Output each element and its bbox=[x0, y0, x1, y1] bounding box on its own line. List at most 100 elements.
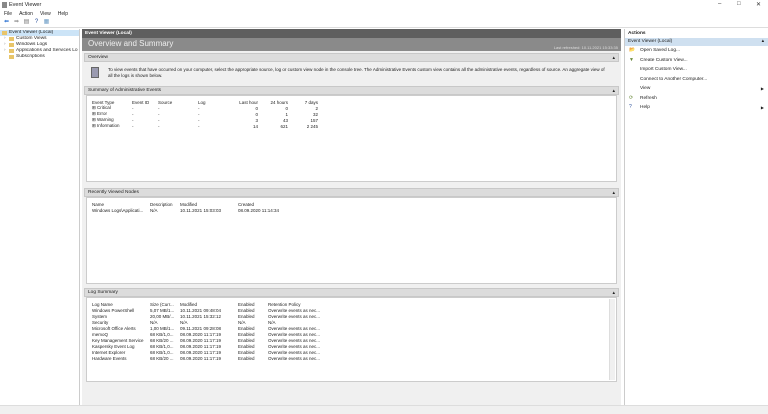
minimize-button[interactable]: – bbox=[718, 1, 721, 7]
cell: Enabled bbox=[236, 355, 266, 361]
maximize-button[interactable]: □ bbox=[737, 1, 741, 7]
cell-text: Overwrite events as nec... bbox=[268, 331, 321, 337]
action-item[interactable]: 📂 Open Saved Log... bbox=[625, 46, 768, 56]
cell-text: Warning bbox=[97, 117, 114, 122]
cell-text: Overwrite events as nec... bbox=[268, 307, 321, 313]
action-item[interactable]: View ▶ bbox=[625, 84, 768, 94]
submenu-arrow-icon: ▶ bbox=[760, 86, 764, 91]
tree-item[interactable]: Subscriptions bbox=[0, 54, 79, 60]
expand-icon[interactable]: › bbox=[4, 48, 6, 54]
table-row[interactable]: Kaspersky Event Log 68 KB/1,0... 08.09.202… bbox=[90, 343, 336, 349]
action-label: Create Custom View... bbox=[640, 57, 688, 63]
menu-view[interactable]: View bbox=[40, 11, 51, 17]
cell-text: 08.09.2020 11:17:19 bbox=[180, 343, 221, 349]
overview-text: To view events that have occurred on you… bbox=[108, 67, 605, 78]
table-row[interactable]: Windows Logs\Applicati... N/A 10.11.2021 1… bbox=[90, 207, 296, 213]
page-title: Overview and Summary bbox=[88, 39, 174, 48]
menu-file[interactable]: File bbox=[4, 11, 12, 17]
overview-banner: Overview and Summary Last refreshed: 10.… bbox=[82, 38, 621, 51]
collapse-icon[interactable]: ▴ bbox=[612, 189, 615, 197]
cell-text: Overwrite events as nec... bbox=[268, 337, 321, 343]
cell-text: Microsoft Office Alerts bbox=[92, 325, 136, 331]
collapse-icon[interactable]: ▴ bbox=[612, 87, 615, 95]
table-row[interactable]: Hardware Events 68 KB/20 ... 08.09.2020 11… bbox=[90, 355, 336, 361]
collapse-icon[interactable]: ▴ bbox=[762, 38, 764, 46]
show-hide-tree-icon[interactable]: ▤ bbox=[23, 19, 30, 26]
action-item[interactable]: ▼ Create Custom View... bbox=[625, 56, 768, 66]
forward-arrow-icon[interactable]: ➡ bbox=[13, 19, 20, 26]
pane-header: Event Viewer (Local) bbox=[82, 29, 621, 38]
console-tree: Event Viewer (Local) › Custom Views › Window… bbox=[0, 29, 80, 405]
cell-text: - bbox=[158, 105, 160, 111]
actions-group-header[interactable]: Event Viewer (Local) ▴ bbox=[625, 38, 768, 46]
back-arrow-icon[interactable]: ⬅ bbox=[3, 19, 10, 26]
action-item[interactable]: ⟳ Refresh bbox=[625, 94, 768, 104]
cell: 08.09.2020 11:14:34 bbox=[236, 207, 296, 213]
menu-action[interactable]: Action bbox=[19, 11, 33, 17]
cell-text: N/A bbox=[238, 319, 246, 325]
folder-icon bbox=[9, 55, 14, 59]
table-row[interactable]: Windows PowerShell 5,07 MB/1... 10.11.2021… bbox=[90, 307, 336, 313]
cell-text: Enabled bbox=[238, 325, 255, 331]
menu-bar: File Action View Help bbox=[0, 10, 768, 17]
cell: 68 KB/1,0... bbox=[148, 349, 178, 355]
cell-text: N/A bbox=[150, 207, 158, 213]
cell-text: 1 bbox=[285, 111, 288, 117]
cell-text: Enabled bbox=[238, 343, 255, 349]
cell-text: Enabled bbox=[238, 307, 255, 313]
cell-text: Enabled bbox=[238, 349, 255, 355]
cell-text: Security bbox=[92, 319, 109, 325]
cell-text: Error bbox=[97, 111, 108, 116]
cell: 68 KB/1,0... bbox=[148, 343, 178, 349]
table-row[interactable]: Microsoft Office Alerts 1,00 MB/1... 09.11… bbox=[90, 325, 336, 331]
scrollbar[interactable] bbox=[609, 299, 615, 380]
menu-help[interactable]: Help bbox=[58, 11, 68, 17]
section-title: Overview bbox=[88, 55, 108, 60]
cell-text: 14 bbox=[252, 123, 258, 129]
action-label: Refresh bbox=[640, 95, 657, 101]
close-button[interactable]: ✕ bbox=[756, 1, 761, 8]
cell-text: - bbox=[132, 105, 134, 111]
cell: Hardware Events bbox=[90, 355, 148, 361]
cell-text: 68 KB/20 ... bbox=[150, 355, 174, 361]
section-title: Recently Viewed Nodes bbox=[88, 190, 139, 195]
action-item[interactable]: ? Help ▶ bbox=[625, 103, 768, 113]
summary-section-header[interactable]: Summary of Administrative Events ▴ bbox=[84, 86, 619, 95]
action-label: View bbox=[640, 86, 651, 91]
cell-text: Enabled bbox=[238, 313, 255, 319]
action-label: Help bbox=[640, 105, 650, 110]
show-action-pane-icon[interactable]: ▦ bbox=[43, 19, 50, 26]
cell-text: N/A bbox=[150, 319, 158, 325]
cell-text: 68 KB/1,0... bbox=[150, 331, 174, 337]
cell-text: 2 245 bbox=[306, 123, 318, 129]
collapse-icon[interactable]: ▴ bbox=[612, 289, 615, 297]
window-title: Event Viewer bbox=[9, 2, 42, 8]
table-row[interactable]: Key Management Service 68 KB/20 ... 08.09.… bbox=[90, 337, 336, 343]
recent-section-header[interactable]: Recently Viewed Nodes ▴ bbox=[84, 188, 619, 197]
cell: - bbox=[196, 123, 230, 129]
cell-text: 2 bbox=[315, 105, 318, 111]
help-icon[interactable]: ? bbox=[33, 19, 40, 26]
column-header[interactable]: Size (Curr... bbox=[148, 301, 178, 307]
cell: 68 KB/1,0... bbox=[148, 331, 178, 337]
cell-text: 09.11.2021 09:28:08 bbox=[180, 325, 221, 331]
cell-text: 621 bbox=[280, 123, 288, 129]
overview-section-header[interactable]: Overview ▴ bbox=[84, 53, 619, 62]
collapse-icon[interactable]: ▴ bbox=[612, 54, 615, 62]
refresh-icon: ⟳ bbox=[629, 94, 634, 101]
cell: N/A bbox=[148, 207, 178, 213]
filter-icon: ▼ bbox=[629, 56, 634, 63]
table-row[interactable]: ⊞ Information - - -14 621 2 245 bbox=[90, 123, 320, 129]
cell-text: 0 bbox=[285, 105, 288, 111]
summary-pane: Event Type Event ID Source Log Last hour 24 h… bbox=[86, 95, 617, 182]
cell-text: 0 bbox=[255, 111, 258, 117]
cell-text: Enabled bbox=[238, 331, 255, 337]
cell-text: 08.09.2020 11:17:19 bbox=[180, 337, 221, 343]
cell: 1,00 MB/1... bbox=[148, 325, 178, 331]
action-label: Connect to Another Computer... bbox=[640, 76, 708, 82]
log-summary-section-header[interactable]: Log Summary ▴ bbox=[84, 288, 619, 297]
cell: 621 bbox=[260, 123, 290, 129]
action-item[interactable]: Connect to Another Computer... bbox=[625, 75, 768, 85]
cell-text: - bbox=[198, 111, 200, 117]
action-item[interactable]: Import Custom View... bbox=[625, 65, 768, 75]
